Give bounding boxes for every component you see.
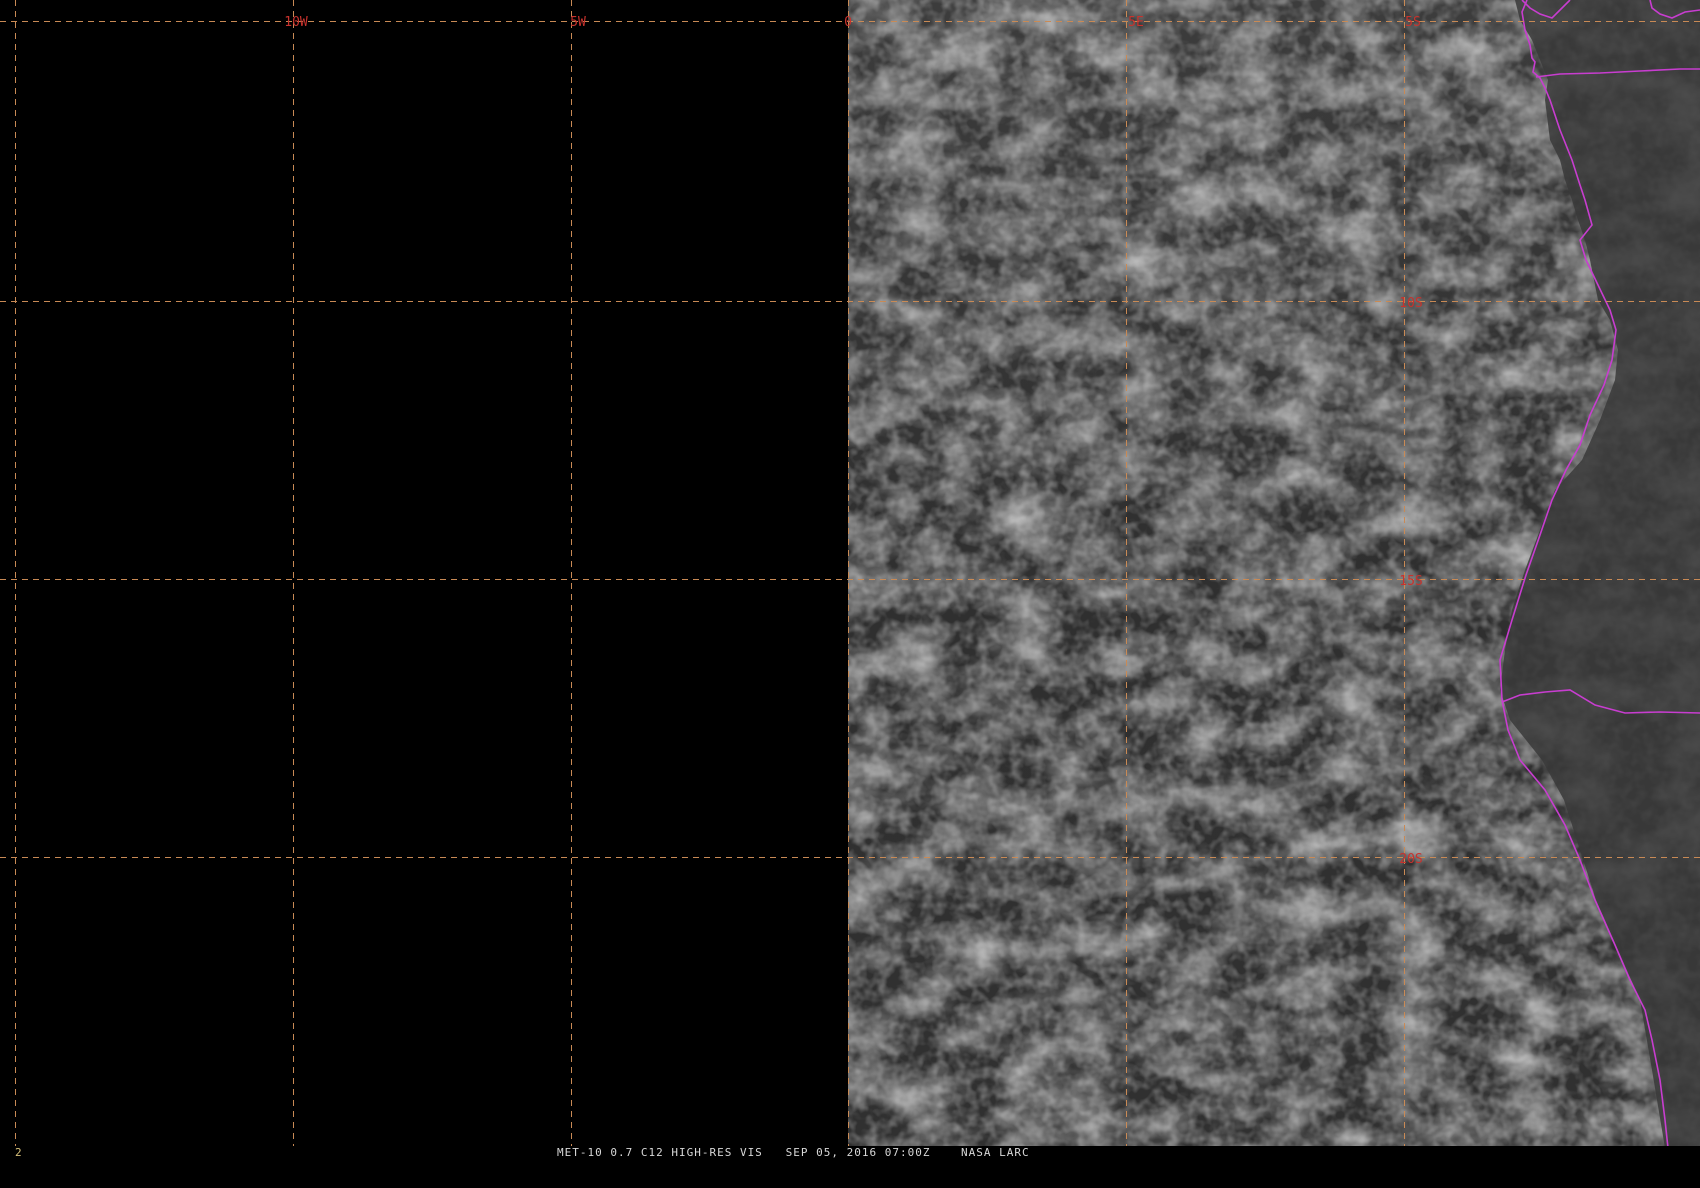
- longitude-label-4: 5S: [1405, 15, 1421, 30]
- satellite-map: 10W 5W 0 5E 5S 10S 15S 20S: [0, 0, 1700, 1149]
- status-bar: 2 MET-10 0.7 C12 HIGH-RES VIS SEP 05, 20…: [0, 1146, 1700, 1160]
- frame-number: 2: [15, 1146, 22, 1159]
- image-caption: MET-10 0.7 C12 HIGH-RES VIS SEP 05, 2016…: [557, 1146, 1030, 1159]
- longitude-label-3: 5E: [1128, 15, 1144, 30]
- satellite-image-viewer: 10W 5W 0 5E 5S 10S 15S 20S: [0, 0, 1700, 1160]
- longitude-label-2: 0: [844, 15, 852, 30]
- night-side: [0, 0, 848, 1148]
- latitude-label-0: 10S: [1399, 296, 1422, 311]
- longitude-label-0: 10W: [284, 15, 308, 30]
- visible-imagery: [0, 0, 1700, 1148]
- longitude-label-1: 5W: [570, 15, 586, 30]
- latitude-label-2: 20S: [1399, 852, 1422, 867]
- latitude-label-1: 15S: [1399, 574, 1422, 589]
